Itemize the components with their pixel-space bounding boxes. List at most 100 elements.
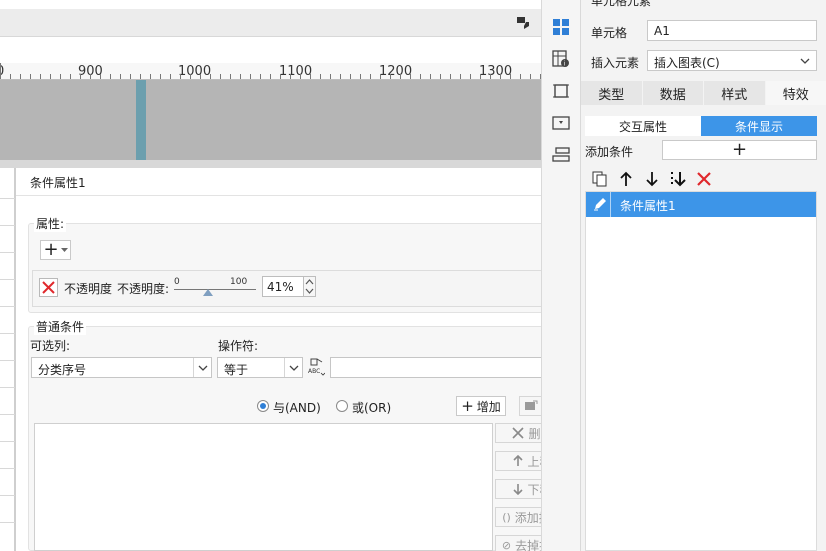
format-painter-icon[interactable]: [517, 17, 529, 29]
remove-property-button[interactable]: [39, 278, 58, 297]
property-panel: 单元格元素 单元格 A1 插入元素 插入图表(C) 类型 数据 样式 特效 交互…: [580, 0, 826, 551]
widget-frame-icon[interactable]: [552, 82, 570, 100]
toolbar-bar: [0, 9, 541, 37]
condition-item-label: 条件属性1: [620, 199, 676, 213]
tab-effects[interactable]: 特效: [765, 81, 826, 105]
insert-element-label: 插入元素: [591, 56, 640, 70]
insert-element-value: 插入图表(C): [654, 56, 720, 70]
ruler-tick: [340, 74, 341, 79]
cell-label: 单元格: [591, 26, 628, 40]
ruler-tick: [60, 74, 61, 79]
spinner-arrows-icon[interactable]: [303, 276, 316, 297]
ruler-tick: [170, 74, 171, 79]
ruler-tick: [330, 74, 331, 79]
move-to-bottom-icon[interactable]: [669, 170, 687, 188]
subtab-condition-display[interactable]: 条件显示: [701, 116, 817, 136]
ruler-tick: [210, 74, 211, 79]
condition-attribute-dialog: 条件属性1 属性: + 不透明度 不透明度: 0 100 41% 普通条件 可选…: [15, 168, 585, 551]
ruler-label: 1100: [279, 64, 313, 79]
operator-select[interactable]: 等于: [217, 357, 303, 378]
formula-type-icon[interactable]: ABC: [307, 357, 325, 377]
cell-attribute-icon[interactable]: i: [552, 50, 570, 68]
ruler-tick: [30, 74, 31, 79]
ruler-tick: [350, 74, 351, 79]
app-window: 0 900 1000 1100 1200 1300 条件属性1 属性: +: [0, 0, 826, 551]
ruler-tick: [380, 74, 381, 79]
ruler-tick: [270, 74, 271, 79]
condition-list[interactable]: [34, 423, 493, 551]
ruler-tick: [490, 74, 491, 79]
ruler-tick: [320, 74, 321, 79]
dropdown-widget-icon[interactable]: [552, 114, 570, 132]
add-attribute-button[interactable]: +: [40, 240, 71, 260]
subtab-interaction[interactable]: 交互属性: [585, 116, 701, 136]
ruler-tick: [150, 74, 151, 79]
and-radio[interactable]: [257, 400, 269, 412]
ruler-label: 1300: [479, 64, 513, 79]
add-condition-panel-button[interactable]: +: [662, 140, 817, 160]
ruler-tick: [420, 74, 421, 79]
arrow-down-icon[interactable]: [643, 170, 661, 188]
close-icon: [512, 427, 525, 439]
ruler-tick: [40, 74, 41, 79]
ruler-tick: [520, 74, 521, 79]
ruler-tick: [290, 74, 291, 79]
column-select[interactable]: 分类序号: [31, 357, 212, 378]
parentheses-icon: (): [502, 510, 511, 524]
tab-type[interactable]: 类型: [581, 81, 643, 105]
cell-element-icon[interactable]: [552, 18, 570, 36]
chevron-down-icon: [284, 358, 302, 377]
ruler-tick: [280, 74, 281, 79]
opacity-slider-thumb[interactable]: [202, 289, 213, 296]
ruler-tick: [20, 74, 21, 79]
insert-element-select[interactable]: 插入图表(C): [647, 50, 817, 71]
ruler-tick: [250, 74, 251, 79]
tab-style[interactable]: 样式: [704, 81, 766, 105]
arrow-down-icon: [513, 484, 524, 495]
chevron-down-icon: [800, 58, 810, 64]
list-item[interactable]: 条件属性1: [586, 192, 816, 217]
ruler-tick: [400, 74, 401, 79]
ruler-tick: [480, 74, 481, 79]
column-marker[interactable]: [136, 80, 146, 160]
ruler-tick: [100, 74, 101, 79]
canvas-divider: [0, 160, 541, 168]
ruler-tick: [430, 74, 431, 79]
ruler-tick: [260, 74, 261, 79]
sheet-row-headers: [0, 168, 15, 551]
report-block-icon[interactable]: [552, 146, 570, 164]
design-canvas[interactable]: [0, 80, 541, 160]
opacity-slider-track[interactable]: [174, 289, 256, 290]
or-label: 或(OR): [352, 401, 392, 415]
top-strip: [0, 0, 541, 9]
delete-icon[interactable]: [695, 170, 713, 188]
plus-icon: +: [731, 139, 748, 160]
opacity-value-input[interactable]: 41%: [262, 276, 304, 297]
ruler-tick: [370, 74, 371, 79]
ruler: 0 900 1000 1100 1200 1300: [0, 63, 541, 80]
attributes-legend: 属性:: [34, 215, 67, 232]
ruler-tick: [460, 74, 461, 79]
ruler-tick: [360, 74, 361, 79]
edit-icon: [524, 400, 538, 410]
cell-input[interactable]: A1: [647, 20, 817, 41]
condition-list-panel: 条件属性1: [585, 191, 817, 551]
arrow-up-icon[interactable]: [617, 170, 635, 188]
ruler-tick: [120, 74, 121, 79]
add-condition-button[interactable]: + 增加: [456, 396, 506, 416]
tab-data[interactable]: 数据: [642, 81, 704, 105]
ruler-tick: [70, 74, 71, 79]
copy-icon[interactable]: [591, 170, 609, 188]
common-condition-legend: 普通条件: [34, 318, 87, 335]
condition-value-input[interactable]: [330, 357, 570, 378]
property-tabs: 类型 数据 样式 特效: [581, 81, 826, 105]
side-icon-bar: i: [541, 0, 580, 551]
ruler-tick: [300, 74, 301, 79]
close-icon: [42, 281, 55, 294]
ruler-tick: [240, 74, 241, 79]
or-radio[interactable]: [336, 400, 348, 412]
ruler-tick: [0, 63, 1, 79]
ruler-label: 1200: [379, 64, 413, 79]
add-condition-label: 增加: [476, 399, 501, 414]
opacity-label: 不透明度: [64, 282, 113, 296]
